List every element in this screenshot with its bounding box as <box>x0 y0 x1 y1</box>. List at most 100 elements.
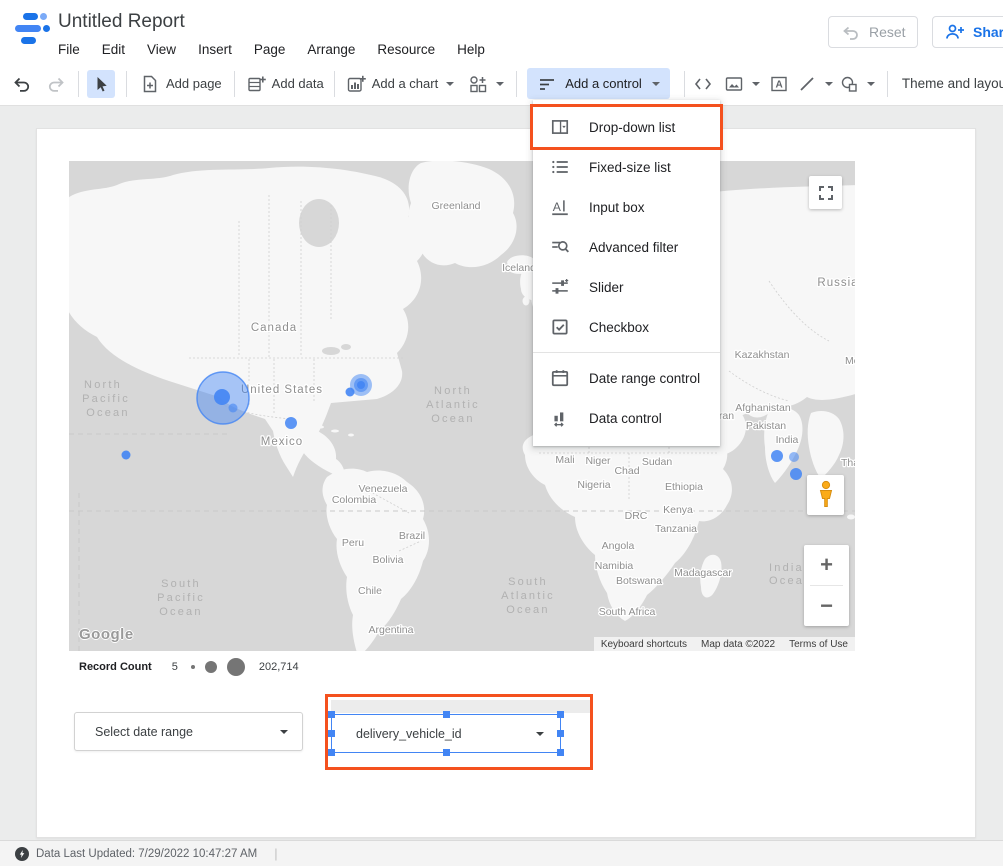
resize-handle[interactable] <box>557 711 564 718</box>
shape-button[interactable] <box>839 74 875 94</box>
menu-item-drop-down-list[interactable]: Drop-down list <box>533 107 720 147</box>
toolbar-separator <box>126 71 127 97</box>
map-label: Tanzania <box>655 523 697 535</box>
community-visualizations-button[interactable] <box>468 74 504 94</box>
slider-icon <box>550 277 570 297</box>
map-label: Argentina <box>369 624 414 636</box>
pegman-icon <box>814 480 838 510</box>
menu-page[interactable]: Page <box>243 40 297 59</box>
chevron-down-icon <box>536 732 544 736</box>
menu-item-date-range-control[interactable]: Date range control <box>533 358 720 398</box>
shape-icon <box>839 74 859 94</box>
image-button[interactable] <box>724 74 760 94</box>
map-bubble[interactable] <box>229 404 238 413</box>
map-label: Pacific <box>82 393 130 405</box>
resize-handle[interactable] <box>557 730 564 737</box>
menu-help[interactable]: Help <box>446 40 496 59</box>
filter-list-icon <box>537 74 557 94</box>
text-button[interactable]: A <box>769 74 789 94</box>
google-logo[interactable]: Google <box>79 626 134 643</box>
select-tool-button[interactable] <box>87 70 115 98</box>
street-view-pegman-button[interactable] <box>807 475 844 515</box>
resize-handle[interactable] <box>443 711 450 718</box>
map-label: Pakistan <box>746 420 786 432</box>
map-bubble[interactable] <box>789 452 799 462</box>
resize-handle[interactable] <box>328 749 335 756</box>
map-bubble[interactable] <box>285 417 297 429</box>
map-label: India <box>776 434 799 446</box>
map-label: Mali <box>555 454 574 466</box>
resize-handle[interactable] <box>328 730 335 737</box>
map-label: Nigeria <box>577 479 610 491</box>
fullscreen-icon <box>816 183 836 203</box>
map-label: Kazakhstan <box>735 349 790 361</box>
date-range-control[interactable]: Select date range <box>74 712 303 751</box>
url-embed-button[interactable] <box>693 74 713 94</box>
menu-item-input-box[interactable]: AInput box <box>533 187 720 227</box>
menu-item-advanced-filter[interactable]: Advanced filter <box>533 227 720 267</box>
graticule-lines <box>69 434 855 651</box>
map-label: North <box>84 379 122 391</box>
report-title[interactable]: Untitled Report <box>58 11 185 33</box>
zoom-out-button[interactable]: − <box>804 586 849 626</box>
theme-and-layout-button[interactable]: Theme and layout <box>902 76 1003 91</box>
input-box-icon: A <box>550 197 570 217</box>
menu-edit[interactable]: Edit <box>91 40 136 59</box>
map-bubble[interactable] <box>790 468 802 480</box>
map-bubble[interactable] <box>771 450 783 462</box>
menu-item-slider[interactable]: Slider <box>533 267 720 307</box>
menu-view[interactable]: View <box>136 40 187 59</box>
share-label: Share <box>973 24 1003 40</box>
map-label: Bolivia <box>373 554 404 566</box>
resize-handle[interactable] <box>443 749 450 756</box>
menu-arrange[interactable]: Arrange <box>296 40 366 59</box>
map-bubble[interactable] <box>357 381 365 389</box>
data-studio-logo-icon[interactable] <box>13 12 51 49</box>
map-label: South <box>161 578 201 590</box>
map-bubble[interactable] <box>346 388 355 397</box>
add-page-button[interactable]: Add page <box>140 74 222 94</box>
reset-button[interactable]: Reset <box>828 16 918 48</box>
map-fullscreen-button[interactable] <box>809 176 842 209</box>
chevron-down-icon <box>752 82 760 86</box>
map-bubble[interactable] <box>122 451 131 460</box>
toolbar-separator <box>234 71 235 97</box>
redo-icon <box>46 74 66 94</box>
redo-button[interactable] <box>46 74 66 94</box>
map-label: United States <box>241 384 323 396</box>
add-data-icon <box>246 74 266 94</box>
toolbar-separator <box>887 71 888 97</box>
legend-max-value: 202,714 <box>259 661 299 673</box>
report-canvas[interactable]: GreenlandIcelandCanadaUnited StatesMexic… <box>36 128 976 838</box>
legend-bubble-small <box>191 665 195 669</box>
resize-handle[interactable] <box>328 711 335 718</box>
add-control-button[interactable]: Add a control <box>527 68 670 99</box>
map-label: Ocean <box>86 407 129 419</box>
geo-bubble-map-chart[interactable]: GreenlandIcelandCanadaUnited StatesMexic… <box>69 161 855 651</box>
add-data-button[interactable]: Add data <box>246 74 324 94</box>
map-bubble[interactable] <box>214 389 230 405</box>
map-label: Canada <box>251 322 297 334</box>
calendar-icon <box>550 368 570 388</box>
menu-item-fixed-size-list[interactable]: Fixed-size list <box>533 147 720 187</box>
share-button[interactable]: Share <box>932 16 1003 48</box>
terms-of-use-link[interactable]: Terms of Use <box>782 639 855 650</box>
map-label: Chad <box>614 465 639 477</box>
resize-handle[interactable] <box>557 749 564 756</box>
menu-resource[interactable]: Resource <box>366 40 446 59</box>
undo-button[interactable] <box>12 74 32 94</box>
advanced-filter-icon <box>550 237 570 257</box>
menu-insert[interactable]: Insert <box>187 40 243 59</box>
menu-item-checkbox[interactable]: Checkbox <box>533 307 720 347</box>
zoom-in-button[interactable]: + <box>804 545 849 585</box>
menu-item-data-control[interactable]: Data control <box>533 398 720 438</box>
line-button[interactable] <box>797 74 833 94</box>
dropdown-control-delivery-vehicle[interactable]: delivery_vehicle_id <box>331 714 561 753</box>
add-control-menu: Drop-down listFixed-size listAInput boxA… <box>533 100 720 446</box>
cursor-icon <box>91 74 111 94</box>
keyboard-shortcuts-link[interactable]: Keyboard shortcuts <box>594 639 694 650</box>
toolbar: Add page Add data Add a chart Add a cont… <box>0 62 1003 106</box>
add-chart-button[interactable]: Add a chart <box>346 74 455 94</box>
menu-file[interactable]: File <box>47 40 91 59</box>
menu-item-label: Date range control <box>589 371 700 386</box>
